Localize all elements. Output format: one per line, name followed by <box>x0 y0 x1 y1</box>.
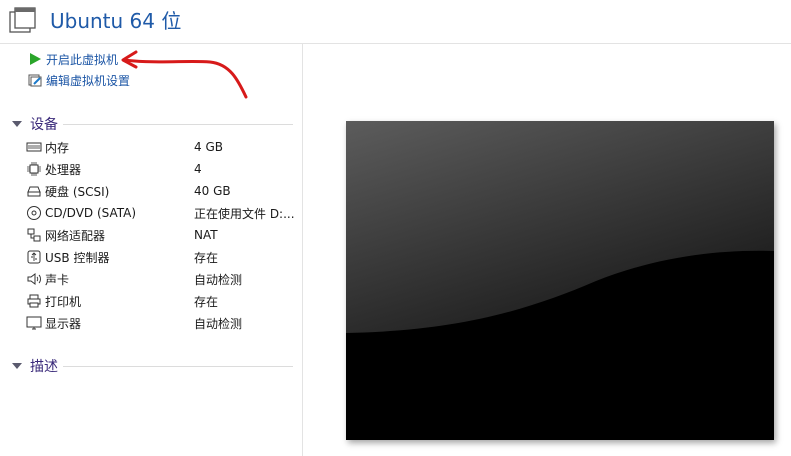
annotation-arrow-icon <box>121 50 248 99</box>
devices-section-header[interactable]: 设备 <box>8 115 294 133</box>
device-row-display[interactable]: 显示器 自动检测 <box>26 312 302 334</box>
usb-icon <box>27 250 41 264</box>
description-section-header[interactable]: 描述 <box>8 357 294 375</box>
device-name: 网络适配器 <box>45 228 106 243</box>
device-name: 打印机 <box>45 294 82 309</box>
device-row-hard-disk[interactable]: 硬盘 (SCSI) 40 GB <box>26 180 302 202</box>
vm-header: Ubuntu 64 位 <box>0 0 791 44</box>
play-icon <box>30 53 41 65</box>
left-pane: 开启此虚拟机 编辑虚拟机设置 设备 内存 4 GB 处理器 4 硬盘 (SCSI… <box>0 44 303 456</box>
edit-settings-icon <box>28 74 42 87</box>
device-value: NAT <box>194 228 218 242</box>
device-row-sound[interactable]: 声卡 自动检测 <box>26 268 302 290</box>
device-value: 存在 <box>194 250 219 265</box>
device-row-cd-dvd[interactable]: CD/DVD (SATA) 正在使用文件 D:... <box>26 202 302 224</box>
cpu-icon <box>27 162 41 176</box>
section-divider <box>63 124 293 125</box>
cd-icon <box>27 206 41 220</box>
device-value: 正在使用文件 D:... <box>194 206 295 221</box>
right-pane <box>303 44 791 456</box>
edit-vm-settings-link[interactable]: 编辑虚拟机设置 <box>28 71 130 89</box>
vm-title: Ubuntu 64 位 <box>50 9 182 33</box>
device-name: 声卡 <box>45 272 70 287</box>
device-value: 自动检测 <box>194 272 243 287</box>
description-section-title: 描述 <box>30 359 58 375</box>
devices-section-title: 设备 <box>30 117 58 133</box>
device-row-network[interactable]: 网络适配器 NAT <box>26 224 302 246</box>
device-value: 4 GB <box>194 140 223 154</box>
device-row-memory[interactable]: 内存 4 GB <box>26 136 302 158</box>
power-on-vm-link[interactable]: 开启此虚拟机 <box>28 50 118 68</box>
vm-window-icon <box>9 7 36 33</box>
device-row-usb[interactable]: USB 控制器 存在 <box>26 246 302 268</box>
device-value: 40 GB <box>194 184 231 198</box>
device-value: 存在 <box>194 294 219 309</box>
device-row-cpu[interactable]: 处理器 4 <box>26 158 302 180</box>
device-name: 显示器 <box>45 316 82 331</box>
device-name: 处理器 <box>45 162 82 177</box>
device-row-printer[interactable]: 打印机 存在 <box>26 290 302 312</box>
printer-icon <box>27 294 41 308</box>
network-icon <box>27 228 41 242</box>
monitor-icon <box>26 316 42 330</box>
collapse-triangle-icon <box>12 121 22 127</box>
device-name: CD/DVD (SATA) <box>45 206 137 220</box>
collapse-triangle-icon <box>12 363 22 369</box>
section-divider <box>63 366 293 367</box>
disk-icon <box>27 186 41 197</box>
device-name: 硬盘 (SCSI) <box>45 184 110 199</box>
speaker-icon <box>27 273 41 285</box>
device-list: 内存 4 GB 处理器 4 硬盘 (SCSI) 40 GB CD/DVD (SA… <box>26 136 302 334</box>
device-name: USB 控制器 <box>45 250 110 265</box>
vm-screen-preview[interactable] <box>346 121 774 440</box>
device-value: 4 <box>194 162 202 176</box>
power-on-label: 开启此虚拟机 <box>46 52 119 67</box>
device-name: 内存 <box>45 140 70 155</box>
device-value: 自动检测 <box>194 316 243 331</box>
memory-icon <box>26 142 42 152</box>
